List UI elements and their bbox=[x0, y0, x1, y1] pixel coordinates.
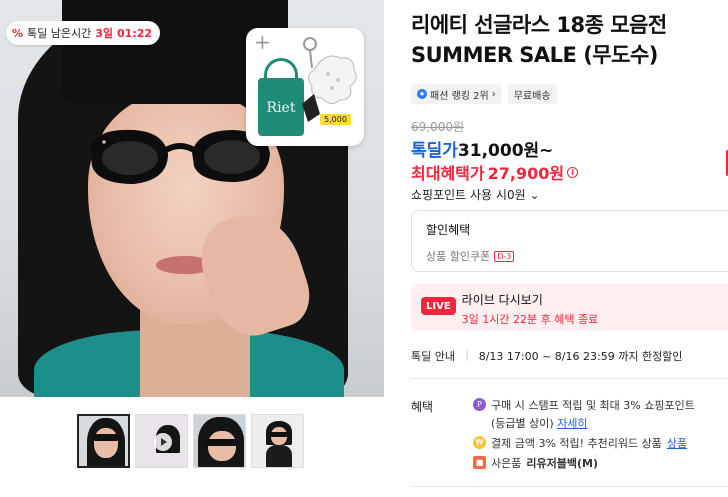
live-title: 라이브 다시보기 bbox=[461, 293, 543, 307]
point-p-icon: P bbox=[473, 398, 486, 411]
product-title: 리에티 선글라스 18종 모음전 SUMMER SALE (무도수) bbox=[411, 10, 728, 70]
info-icon[interactable]: i bbox=[567, 166, 579, 178]
max-benefit-price: 27,900원 bbox=[487, 164, 565, 183]
coupon-title: 할인혜택 bbox=[426, 223, 471, 237]
benefit-stamp-sub: (등급별 상이) bbox=[491, 417, 554, 430]
gift-promo-card[interactable]: + Riet 5,000 bbox=[246, 28, 364, 146]
bottom-divider bbox=[411, 486, 728, 487]
thumb-glasses bbox=[92, 434, 120, 441]
title-line-2: SUMMER SALE (무도수) bbox=[411, 43, 658, 67]
benefit-label: 혜택 bbox=[411, 400, 434, 414]
live-countdown: 3일 1시간 22분 후 혜택 종료 bbox=[461, 313, 599, 326]
free-shipping-badge: 무료배송 bbox=[507, 84, 557, 104]
gift-value: 리유저블백(M) bbox=[526, 457, 598, 470]
thumb-face bbox=[94, 428, 118, 458]
coin-icon: ₩ bbox=[473, 436, 486, 449]
thumb-face bbox=[208, 431, 236, 461]
thumb-body bbox=[266, 445, 292, 467]
benefit-reward-link[interactable]: 상품 bbox=[667, 435, 687, 451]
promo-price-tag: 5,000 bbox=[320, 114, 351, 125]
fashion-rank-badge[interactable]: ★ 패션 랭킹 2위 › bbox=[411, 84, 502, 104]
percent-icon: % bbox=[12, 26, 24, 40]
deal-info-row: 톡딜 안내 | 8/13 17:00 ~ 8/16 23:59 까지 한정할인 bbox=[411, 348, 682, 364]
benefit-detail-link[interactable]: 자세히 bbox=[557, 417, 587, 430]
chevron-down-icon: ⌄ bbox=[529, 188, 540, 202]
play-icon bbox=[154, 433, 172, 451]
deal-label: 톡딜가 bbox=[411, 141, 458, 161]
thumbnail-4[interactable] bbox=[251, 414, 304, 468]
shipping-label: 무료배송 bbox=[513, 90, 551, 102]
deal-price: 31,000원~ bbox=[457, 141, 554, 161]
timer-days: 3일 bbox=[95, 27, 114, 40]
thumb-glasses bbox=[204, 439, 238, 446]
thumbnail-1[interactable] bbox=[77, 414, 130, 468]
original-price: 69,000원 bbox=[411, 120, 465, 134]
benefit-item-stamp: P 구매 시 스탬프 적립 및 최대 3% 쇼핑포인트 (등급별 상이) 자세히 bbox=[473, 397, 728, 431]
thumbnail-strip bbox=[77, 414, 304, 468]
live-replay-box[interactable]: LIVE 라이브 다시보기 3일 1시간 22분 후 혜택 종료 bbox=[411, 283, 728, 331]
thumb-glasses bbox=[268, 432, 290, 437]
coupon-sub: 상품 할인쿠폰 bbox=[426, 250, 491, 263]
rank-label: 패션 랭킹 2위 bbox=[430, 90, 489, 102]
chevron-right-icon: › bbox=[491, 88, 496, 100]
thumbnail-3[interactable] bbox=[193, 414, 246, 468]
deal-info-separator: | bbox=[464, 348, 469, 361]
live-text: 라이브 다시보기 3일 1시간 22분 후 혜택 종료 bbox=[461, 291, 599, 326]
badge-row: ★ 패션 랭킹 2위 › 무료배송 bbox=[411, 84, 557, 104]
max-benefit-label: 최대혜택가 bbox=[411, 164, 485, 183]
gift-prefix: 사은품 bbox=[491, 457, 522, 470]
timer-time: 01:22 bbox=[117, 26, 153, 40]
benefit-item-reward: ₩ 결제 금액 3% 적립! 추천리워드 상품 상품 bbox=[473, 435, 728, 451]
benefit-list: P 구매 시 스탬프 적립 및 최대 3% 쇼핑포인트 (등급별 상이) 자세히… bbox=[473, 397, 728, 475]
deal-timer-badge: % 톡딜 남은시간 3일 01:22 bbox=[6, 21, 161, 45]
plus-icon: + bbox=[254, 30, 271, 54]
benefit-item-gift: ■ 사은품 리유저블백(M) bbox=[473, 455, 728, 471]
timer-label: 톡딜 남은시간 bbox=[27, 27, 92, 40]
live-badge: LIVE bbox=[421, 297, 456, 315]
deal-info-value: 8/13 17:00 ~ 8/16 23:59 까지 한정할인 bbox=[478, 350, 683, 363]
deal-price-row: 톡딜가31,000원~ bbox=[411, 136, 553, 161]
rank-icon: ★ bbox=[417, 89, 427, 99]
benefit-stamp-sub-row: (등급별 상이) 자세히 bbox=[491, 415, 695, 431]
shopping-point-row[interactable]: 쇼핑포인트 사용 시0원 ⌄ bbox=[411, 186, 540, 203]
benefit-stamp-text: 구매 시 스탬프 적립 및 최대 3% 쇼핑포인트 (등급별 상이) 자세히 bbox=[491, 397, 695, 431]
gift-icon: ■ bbox=[473, 456, 486, 469]
title-line-1: 리에티 선글라스 18종 모음전 bbox=[411, 13, 667, 37]
benefit-stamp-main: 구매 시 스탬프 적립 및 최대 3% 쇼핑포인트 bbox=[491, 399, 695, 412]
section-divider bbox=[411, 378, 728, 379]
thumbnail-2-video[interactable] bbox=[135, 414, 188, 468]
deal-info-key: 톡딜 안내 bbox=[411, 350, 455, 363]
benefit-reward-text: 결제 금액 3% 적립! 추천리워드 상품 bbox=[491, 437, 662, 450]
point-text: 쇼핑포인트 사용 시0원 bbox=[411, 188, 526, 202]
coupon-dday-badge: D-3 bbox=[494, 250, 515, 262]
discount-benefit-box[interactable]: 할인혜택 상품 할인쿠폰 D-3 bbox=[411, 210, 728, 272]
coupon-sub-row: 상품 할인쿠폰 D-3 bbox=[426, 248, 726, 264]
max-benefit-row: 최대혜택가 27,900원 i bbox=[411, 160, 579, 184]
main-product-image[interactable]: % 톡딜 남은시간 3일 01:22 + Riet 5,000 bbox=[0, 0, 384, 397]
